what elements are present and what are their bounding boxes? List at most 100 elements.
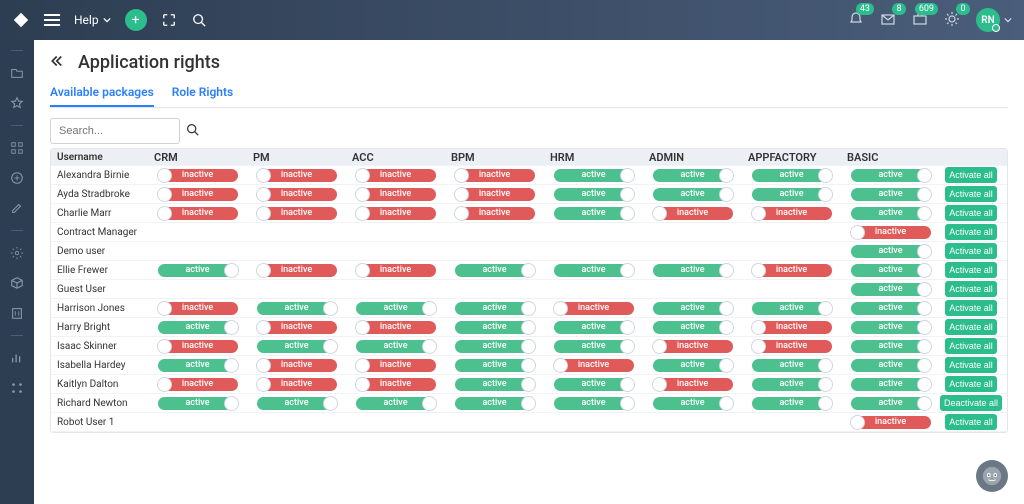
- folder-icon[interactable]: [9, 65, 25, 81]
- status-toggle[interactable]: active: [554, 340, 634, 353]
- status-toggle[interactable]: inactive: [356, 188, 436, 201]
- status-toggle[interactable]: inactive: [356, 169, 436, 182]
- status-toggle[interactable]: active: [554, 207, 634, 220]
- chart-icon[interactable]: [9, 350, 25, 366]
- search-submit-icon[interactable]: [186, 123, 199, 139]
- status-toggle[interactable]: inactive: [653, 378, 733, 391]
- status-toggle[interactable]: active: [752, 378, 832, 391]
- status-toggle[interactable]: inactive: [752, 264, 832, 277]
- plus-circle-icon[interactable]: [9, 170, 25, 186]
- status-toggle[interactable]: inactive: [752, 207, 832, 220]
- status-toggle[interactable]: active: [554, 188, 634, 201]
- status-toggle[interactable]: active: [356, 340, 436, 353]
- status-toggle[interactable]: inactive: [455, 188, 535, 201]
- status-toggle[interactable]: active: [752, 359, 832, 372]
- status-toggle[interactable]: active: [158, 359, 238, 372]
- status-toggle[interactable]: inactive: [356, 207, 436, 220]
- status-toggle[interactable]: inactive: [455, 169, 535, 182]
- status-toggle[interactable]: active: [851, 264, 931, 277]
- status-toggle[interactable]: active: [455, 378, 535, 391]
- search-input[interactable]: [50, 118, 180, 144]
- tab-available-packages[interactable]: Available packages: [50, 79, 154, 107]
- notification-mail[interactable]: 8: [880, 11, 896, 30]
- status-toggle[interactable]: inactive: [158, 207, 238, 220]
- activate-all-button[interactable]: Activate all: [945, 281, 997, 297]
- status-toggle[interactable]: active: [851, 378, 931, 391]
- status-toggle[interactable]: active: [752, 397, 832, 410]
- status-toggle[interactable]: inactive: [455, 207, 535, 220]
- status-toggle[interactable]: active: [653, 188, 733, 201]
- status-toggle[interactable]: active: [851, 188, 931, 201]
- status-toggle[interactable]: active: [257, 397, 337, 410]
- status-toggle[interactable]: inactive: [257, 321, 337, 334]
- status-toggle[interactable]: active: [752, 302, 832, 315]
- chatbot-button[interactable]: [976, 460, 1008, 492]
- status-toggle[interactable]: active: [851, 321, 931, 334]
- activate-all-button[interactable]: Activate all: [945, 357, 997, 373]
- activate-all-button[interactable]: Activate all: [945, 338, 997, 354]
- status-toggle[interactable]: active: [851, 283, 931, 296]
- activate-all-button[interactable]: Activate all: [945, 167, 997, 183]
- status-toggle[interactable]: active: [554, 378, 634, 391]
- status-toggle[interactable]: active: [257, 340, 337, 353]
- status-toggle[interactable]: inactive: [356, 321, 436, 334]
- status-toggle[interactable]: active: [653, 321, 733, 334]
- user-menu[interactable]: RN: [976, 8, 1012, 32]
- status-toggle[interactable]: inactive: [158, 302, 238, 315]
- status-toggle[interactable]: active: [851, 340, 931, 353]
- theme-toggle[interactable]: 0: [944, 11, 960, 30]
- grid2-icon[interactable]: [9, 380, 25, 396]
- status-toggle[interactable]: inactive: [257, 188, 337, 201]
- activate-all-button[interactable]: Activate all: [945, 319, 997, 335]
- status-toggle[interactable]: active: [851, 302, 931, 315]
- status-toggle[interactable]: inactive: [158, 188, 238, 201]
- deactivate-all-button[interactable]: Deactivate all: [940, 395, 1002, 411]
- star-icon[interactable]: [9, 95, 25, 111]
- status-toggle[interactable]: inactive: [851, 416, 931, 429]
- building-icon[interactable]: [9, 305, 25, 321]
- status-toggle[interactable]: active: [851, 207, 931, 220]
- status-toggle[interactable]: active: [851, 397, 931, 410]
- tab-role-rights[interactable]: Role Rights: [172, 79, 233, 107]
- status-toggle[interactable]: inactive: [851, 226, 931, 239]
- hamburger-icon[interactable]: [44, 14, 60, 26]
- status-toggle[interactable]: active: [455, 264, 535, 277]
- status-toggle[interactable]: active: [356, 397, 436, 410]
- activate-all-button[interactable]: Activate all: [945, 243, 997, 259]
- help-menu[interactable]: Help: [74, 13, 111, 27]
- notification-bell[interactable]: 43: [848, 11, 864, 30]
- status-toggle[interactable]: active: [356, 302, 436, 315]
- cube-icon[interactable]: [9, 275, 25, 291]
- edit-icon[interactable]: [9, 200, 25, 216]
- activate-all-button[interactable]: Activate all: [945, 205, 997, 221]
- status-toggle[interactable]: active: [455, 321, 535, 334]
- fullscreen-icon[interactable]: [161, 12, 177, 28]
- status-toggle[interactable]: inactive: [158, 378, 238, 391]
- status-toggle[interactable]: active: [158, 321, 238, 334]
- status-toggle[interactable]: active: [554, 169, 634, 182]
- status-toggle[interactable]: active: [158, 397, 238, 410]
- status-toggle[interactable]: active: [455, 302, 535, 315]
- status-toggle[interactable]: inactive: [554, 302, 634, 315]
- status-toggle[interactable]: active: [554, 264, 634, 277]
- status-toggle[interactable]: inactive: [257, 264, 337, 277]
- gear-icon[interactable]: [9, 245, 25, 261]
- status-toggle[interactable]: active: [653, 264, 733, 277]
- status-toggle[interactable]: active: [257, 302, 337, 315]
- status-toggle[interactable]: inactive: [257, 378, 337, 391]
- status-toggle[interactable]: active: [455, 359, 535, 372]
- status-toggle[interactable]: active: [851, 169, 931, 182]
- status-toggle[interactable]: inactive: [653, 340, 733, 353]
- notification-briefcase[interactable]: 609: [912, 11, 928, 30]
- status-toggle[interactable]: active: [851, 359, 931, 372]
- status-toggle[interactable]: inactive: [257, 359, 337, 372]
- status-toggle[interactable]: inactive: [356, 359, 436, 372]
- status-toggle[interactable]: inactive: [554, 359, 634, 372]
- search-icon[interactable]: [191, 12, 207, 28]
- status-toggle[interactable]: inactive: [653, 207, 733, 220]
- grid-icon[interactable]: [9, 140, 25, 156]
- status-toggle[interactable]: active: [158, 264, 238, 277]
- status-toggle[interactable]: inactive: [158, 169, 238, 182]
- activate-all-button[interactable]: Activate all: [945, 186, 997, 202]
- status-toggle[interactable]: active: [554, 321, 634, 334]
